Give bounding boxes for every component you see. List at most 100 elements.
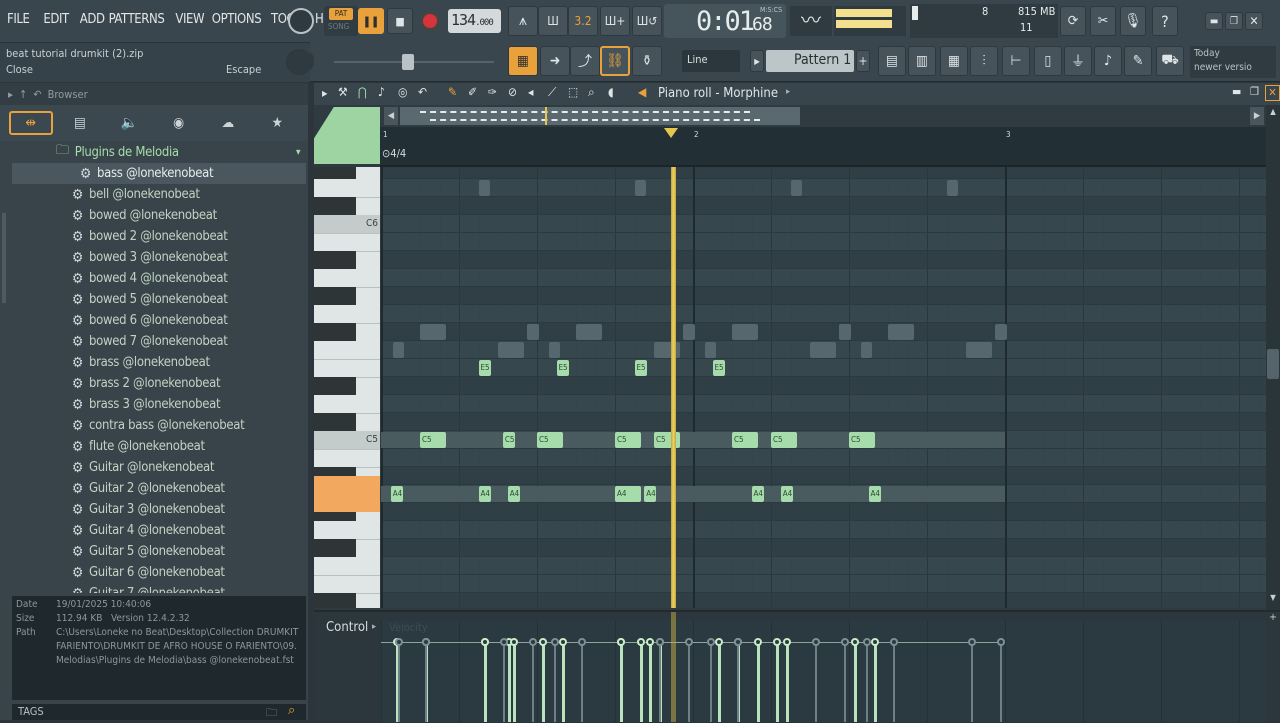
channel-rack-icon[interactable]: ▥ xyxy=(908,46,936,76)
overview-left-arrow[interactable]: ◀ xyxy=(384,107,398,125)
playlist-icon[interactable]: ▤ xyxy=(878,46,906,76)
note-e5[interactable]: E5 xyxy=(556,360,569,376)
help-icon[interactable]: ? xyxy=(1152,6,1178,36)
files-tab-icon[interactable]: ▤ xyxy=(58,111,102,135)
browser-item[interactable]: ⚙ bowed @lonekenobeat xyxy=(0,205,308,226)
velocity-stem[interactable] xyxy=(1000,642,1003,722)
tree-icon[interactable]: ⊢ xyxy=(1002,46,1030,76)
velocity-stem[interactable] xyxy=(776,642,779,722)
menu-view[interactable]: VIEW xyxy=(175,12,204,27)
pause-button[interactable]: ❚❚ xyxy=(358,8,384,34)
velocity-stem[interactable] xyxy=(854,642,857,722)
note-c5[interactable]: C5 xyxy=(420,432,446,448)
add-pattern-button[interactable]: + xyxy=(856,50,870,72)
note-grid[interactable]: E5 E5 E5 E5 C5 C5 C5 C5 C5 C5 C5 C5 A4 A4 A4 A4 A4 A4 A4 A4 xyxy=(381,167,1266,608)
mute-icon[interactable]: ◂ xyxy=(528,85,533,99)
link-icon[interactable]: ⛓ xyxy=(600,46,630,76)
velocity-stem[interactable] xyxy=(709,642,712,722)
back-icon[interactable]: ↶ xyxy=(33,88,41,101)
microphone-icon[interactable]: 🎙 xyxy=(1120,6,1146,36)
control-scroll-icon[interactable]: + xyxy=(1266,612,1280,626)
menu-edit[interactable]: EDIT xyxy=(43,12,69,27)
arrow-right-icon[interactable]: ➜ xyxy=(540,46,570,76)
star-tab-icon[interactable]: ★ xyxy=(255,111,299,135)
velocity-stem[interactable] xyxy=(561,642,565,722)
microphone-stand-icon[interactable]: ♪ xyxy=(1094,46,1122,76)
circle-icon[interactable]: ◎ xyxy=(398,85,407,99)
black-key[interactable] xyxy=(314,251,356,269)
stamp-icon[interactable]: ⚱ xyxy=(632,46,662,76)
note-a4[interactable]: A4 xyxy=(868,486,881,502)
menu-patterns[interactable]: PATTERNS xyxy=(109,12,165,27)
velocity-handle[interactable] xyxy=(558,638,567,646)
note-c5[interactable]: C5 xyxy=(502,432,515,448)
delete-icon[interactable]: ⊘ xyxy=(508,85,517,99)
note-c5[interactable]: C5 xyxy=(849,432,875,448)
piano-keyboard[interactable]: C6 C5 xyxy=(314,167,380,608)
wait-input-button[interactable]: Ш xyxy=(538,6,568,36)
window-close-button[interactable]: ✕ xyxy=(1265,85,1280,101)
master-pitch-slider[interactable] xyxy=(334,54,494,70)
pencil-icon[interactable]: ✎ xyxy=(448,85,457,99)
note-c5[interactable]: C5 xyxy=(615,432,641,448)
browser-item[interactable]: ⚙ brass 2 @lonekenobeat xyxy=(0,373,308,394)
white-key[interactable] xyxy=(314,359,380,360)
step-edit-button[interactable]: Ш+ xyxy=(600,6,630,36)
select-icon[interactable]: ⬚ xyxy=(568,85,578,99)
window-maximize-button[interactable]: ❐ xyxy=(1250,85,1259,98)
velocity-stem[interactable] xyxy=(785,642,789,722)
velocity-stem[interactable] xyxy=(971,642,973,722)
velocity-handle[interactable] xyxy=(890,638,898,646)
velocity-stem[interactable] xyxy=(512,642,516,722)
velocity-handle[interactable] xyxy=(500,638,508,646)
note-a4[interactable]: A4 xyxy=(478,486,491,502)
minimize-button[interactable]: ▬ xyxy=(1205,12,1223,30)
velocity-handle[interactable] xyxy=(851,638,859,646)
note-e5[interactable]: E5 xyxy=(478,360,491,376)
velocity-stem[interactable] xyxy=(865,642,868,722)
brush-tool-icon[interactable]: ✑ xyxy=(488,85,497,99)
note-e5[interactable]: E5 xyxy=(712,360,725,376)
velocity-stem[interactable] xyxy=(425,642,427,722)
note-c5[interactable]: C5 xyxy=(771,432,797,448)
browser-item[interactable]: ⚙ Guitar 4 @lonekenobeat xyxy=(0,520,308,541)
playback-icon[interactable]: ◖ xyxy=(608,85,614,99)
folder-small-icon[interactable]: 🗀 xyxy=(266,704,277,723)
browser-item[interactable]: ⚙ bowed 3 @lonekenobeat xyxy=(0,247,308,268)
note-e5[interactable]: E5 xyxy=(634,360,647,376)
note-a4[interactable]: A4 xyxy=(390,486,403,502)
velocity-stem[interactable] xyxy=(581,642,583,722)
velocity-handle[interactable] xyxy=(714,638,723,646)
stop-button[interactable]: ■ xyxy=(387,8,413,34)
browser-item[interactable]: ⚙ bowed 7 @lonekenobeat xyxy=(0,331,308,352)
velocity-stem[interactable] xyxy=(815,642,817,722)
tempo-display[interactable]: 134.000 xyxy=(448,9,501,33)
magnet-icon[interactable]: ⋂ xyxy=(358,85,367,99)
pat-song-toggle[interactable]: PAT SONG xyxy=(324,6,358,36)
velocity-stem[interactable] xyxy=(844,642,847,722)
white-key[interactable] xyxy=(314,449,380,450)
overview-bar[interactable]: ◀ ▶ xyxy=(314,105,1280,127)
window-minimize-button[interactable]: ▬ xyxy=(1232,85,1241,98)
brush-icon[interactable]: ⤴ xyxy=(570,46,600,76)
browser-item[interactable]: ⚙ bell @lonekenobeat xyxy=(0,184,308,205)
browser-item[interactable]: ⚙ bass @lonekenobeat xyxy=(12,163,306,184)
slice-icon[interactable]: ⟋ xyxy=(548,85,556,100)
browser-item[interactable]: ⚙ brass 3 @lonekenobeat xyxy=(0,394,308,415)
browser-item[interactable]: ⚙ bowed 4 @lonekenobeat xyxy=(0,268,308,289)
velocity-stem[interactable] xyxy=(507,642,511,722)
cart-icon[interactable]: ⛟ xyxy=(1156,46,1184,76)
undo-icon[interactable]: ↶ xyxy=(418,85,427,99)
metronome-button[interactable]: ⩚ xyxy=(508,6,538,36)
velocity-stem[interactable] xyxy=(659,642,661,722)
paint-icon[interactable]: ✐ xyxy=(468,85,477,99)
velocity-stem[interactable] xyxy=(688,642,691,722)
active-key-a4[interactable] xyxy=(314,476,380,512)
velocity-stem[interactable] xyxy=(542,642,545,722)
browser-item[interactable]: ⚙ Guitar @lonekenobeat xyxy=(0,457,308,478)
velocity-stem[interactable] xyxy=(553,642,556,722)
velocity-stem[interactable] xyxy=(397,642,400,722)
white-key[interactable] xyxy=(314,233,380,234)
velocity-stem[interactable] xyxy=(503,642,505,722)
velocity-handle[interactable] xyxy=(753,638,762,646)
